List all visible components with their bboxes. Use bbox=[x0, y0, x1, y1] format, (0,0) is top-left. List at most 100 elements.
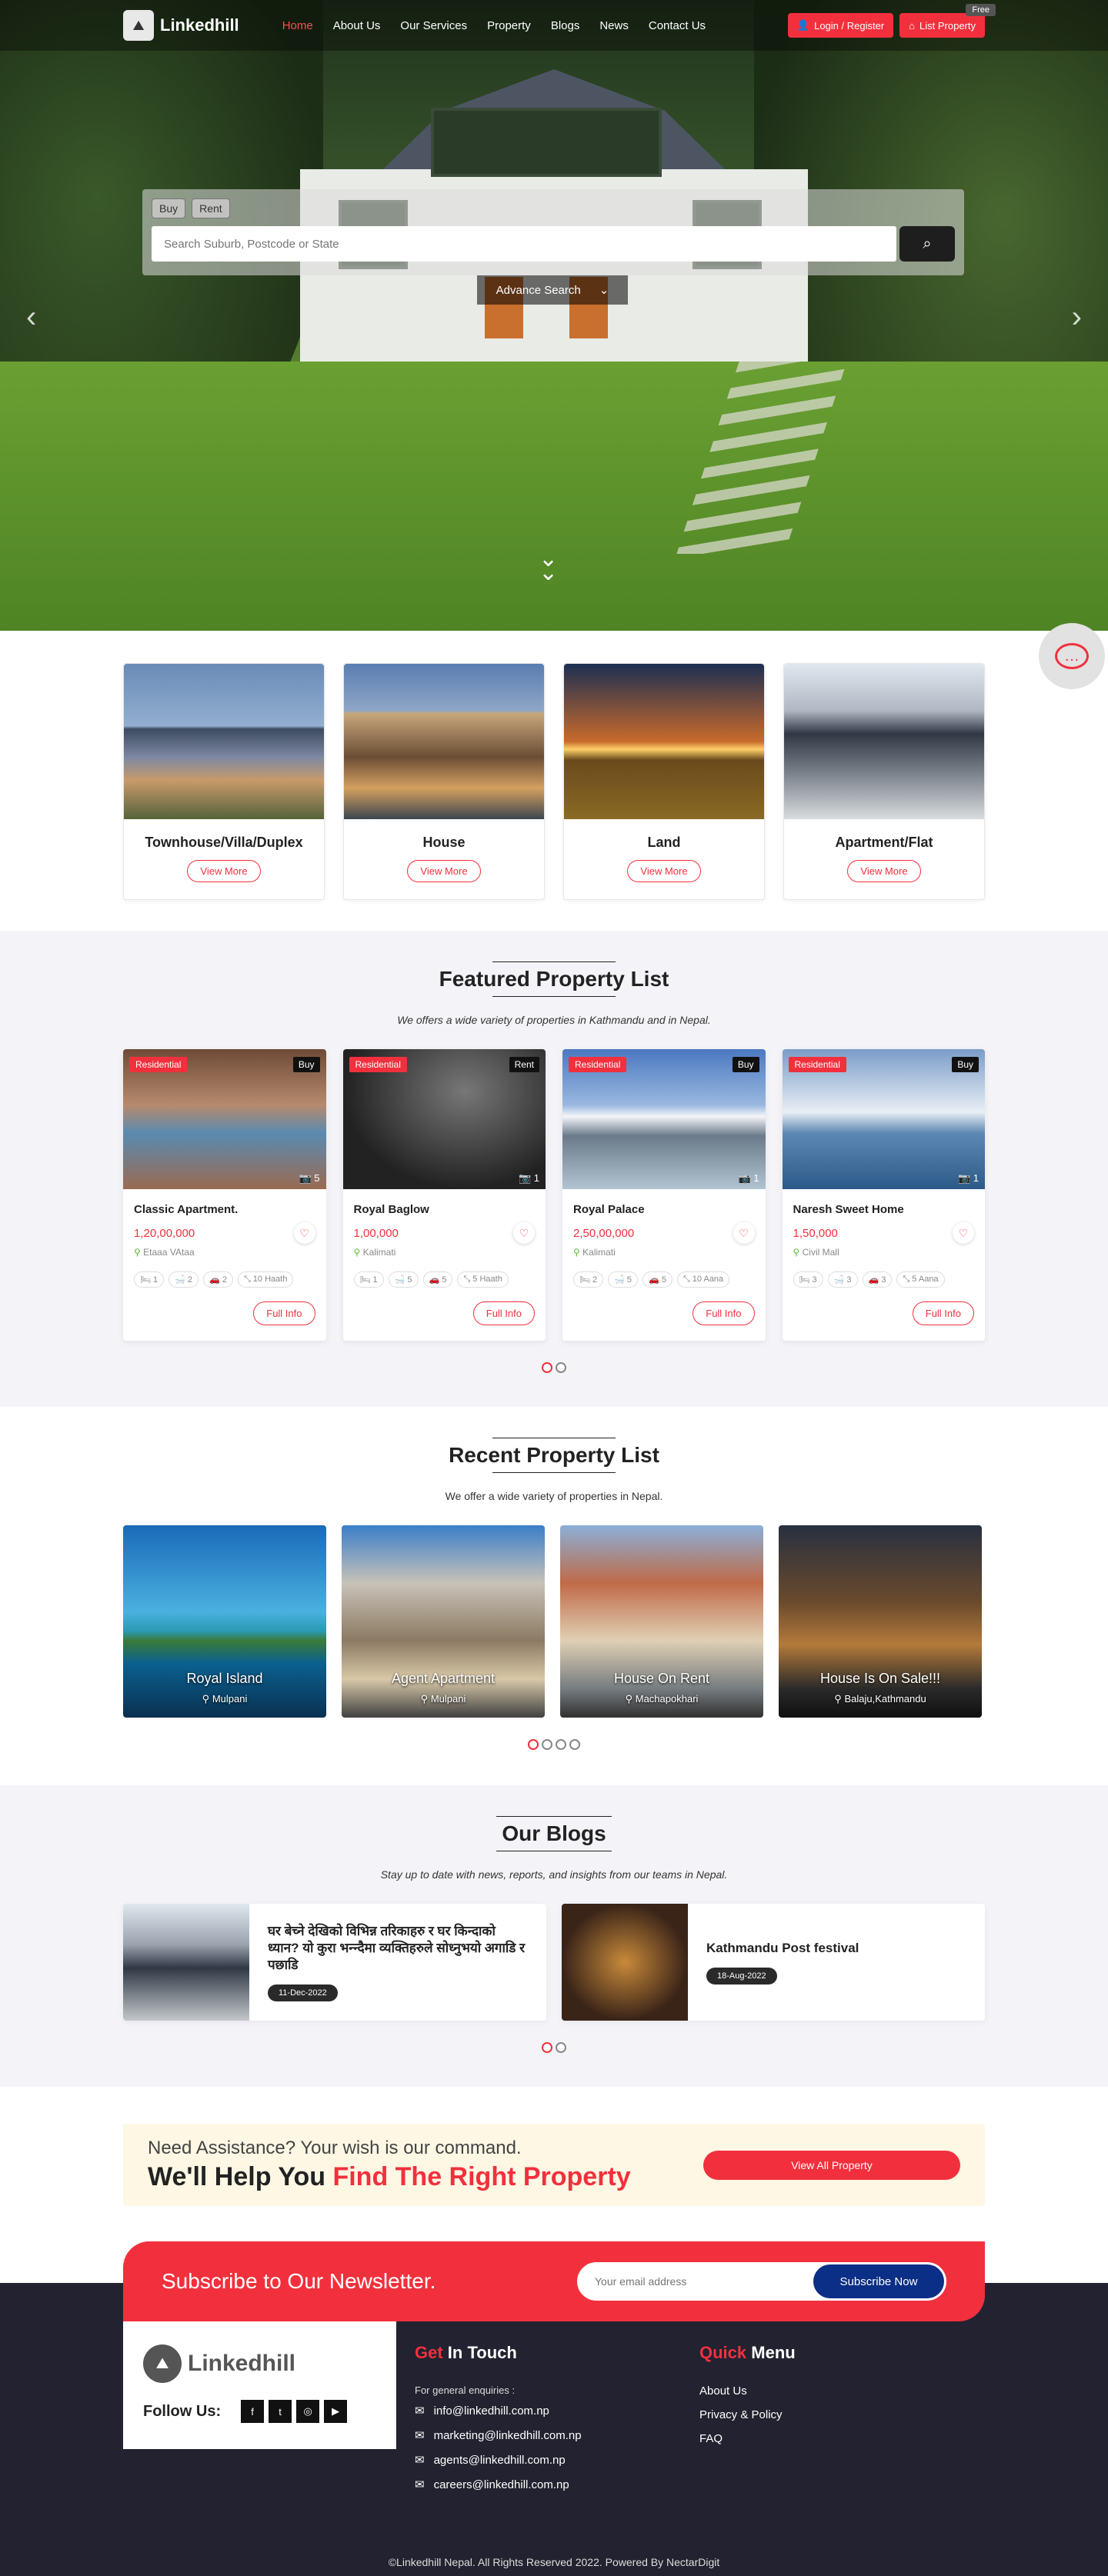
property-image: Residential Buy 📷 5 bbox=[123, 1049, 326, 1189]
recent-property-card[interactable]: House Is On Sale!!! ⚲ Balaju,Kathmandu bbox=[779, 1525, 982, 1718]
footer-privacy-link[interactable]: Privacy & Policy bbox=[699, 2408, 783, 2421]
chat-widget-button[interactable]: … bbox=[1039, 623, 1105, 689]
category-image bbox=[564, 664, 764, 819]
favorite-heart-icon[interactable]: ♡ bbox=[733, 1222, 755, 1244]
property-price: 2,50,00,000 bbox=[573, 1226, 635, 1240]
recent-property-card[interactable]: Royal Island ⚲ Mulpani bbox=[123, 1525, 326, 1718]
brand-logo[interactable]: ⛰ Linkedhill bbox=[123, 10, 239, 41]
email-link[interactable]: ✉ careers@linkedhill.com.np bbox=[415, 2478, 699, 2492]
recent-property-location: ⚲ Mulpani bbox=[202, 1693, 248, 1705]
subscribe-button[interactable]: Subscribe Now bbox=[813, 2264, 944, 2298]
category-card[interactable]: Townhouse/Villa/Duplex View More bbox=[123, 663, 325, 900]
favorite-heart-icon[interactable]: ♡ bbox=[294, 1222, 315, 1244]
recent-property-card[interactable]: Agent Apartment ⚲ Mulpani bbox=[342, 1525, 545, 1718]
nav-about[interactable]: About Us bbox=[333, 19, 381, 32]
category-title: Land bbox=[647, 835, 681, 850]
bathroom-count: 🛁 5 bbox=[388, 1271, 419, 1288]
slider-next-arrow-icon[interactable]: › bbox=[1072, 300, 1082, 335]
nav-news[interactable]: News bbox=[599, 19, 629, 32]
blogs-heading: Our Blogs bbox=[0, 1785, 1108, 1851]
property-name: Royal Baglow bbox=[353, 1203, 429, 1216]
carousel-dot[interactable] bbox=[542, 2042, 552, 2053]
area-size: ⤡ 5 Haath bbox=[457, 1271, 509, 1288]
carousel-dot[interactable] bbox=[556, 2042, 566, 2053]
recent-subtitle: We offer a wide variety of properties in… bbox=[445, 1490, 663, 1502]
search-input[interactable] bbox=[152, 226, 896, 262]
footer-faq-link[interactable]: FAQ bbox=[699, 2432, 723, 2445]
favorite-heart-icon[interactable]: ♡ bbox=[953, 1222, 974, 1244]
property-card[interactable]: Residential Buy 📷 1 Naresh Sweet Home 1,… bbox=[782, 1049, 985, 1341]
twitter-icon[interactable]: t bbox=[269, 2400, 292, 2423]
photo-count: 📷 1 bbox=[957, 1172, 979, 1184]
nav-blogs[interactable]: Blogs bbox=[551, 19, 580, 32]
photo-count: 📷 1 bbox=[518, 1172, 539, 1184]
listing-type-tag: Buy bbox=[292, 1057, 320, 1072]
login-register-button[interactable]: 👤 Login / Register bbox=[787, 13, 894, 38]
favorite-heart-icon[interactable]: ♡ bbox=[513, 1222, 535, 1244]
blog-title: घर बेच्ने देखिको विभिन्न तरिकाहरु र घर क… bbox=[268, 1923, 526, 1973]
category-card[interactable]: Apartment/Flat View More bbox=[783, 663, 985, 900]
slider-prev-arrow-icon[interactable]: ‹ bbox=[26, 300, 36, 335]
carousel-dot[interactable] bbox=[569, 1739, 580, 1750]
property-location: ⚲ Etaaa VAtaa bbox=[134, 1247, 195, 1258]
view-more-button[interactable]: View More bbox=[627, 860, 701, 882]
facebook-icon[interactable]: f bbox=[241, 2400, 265, 2423]
email-link[interactable]: ✉ marketing@linkedhill.com.np bbox=[415, 2428, 699, 2443]
bedroom-count: 🛏 3 bbox=[793, 1271, 823, 1288]
location-pin-icon: ⚲ bbox=[134, 1247, 141, 1258]
carousel-dot[interactable] bbox=[556, 1739, 566, 1750]
bathroom-count: 🛁 3 bbox=[827, 1271, 858, 1288]
blog-card[interactable]: Kathmandu Post festival 18-Aug-2022 bbox=[562, 1904, 985, 2021]
quick-menu-column: Quick Menu About Us Privacy & Policy FAQ bbox=[699, 2321, 796, 2502]
newsletter-email-input[interactable] bbox=[579, 2264, 813, 2298]
nav-home[interactable]: Home bbox=[282, 19, 313, 32]
hero-lawn bbox=[0, 362, 1108, 631]
full-info-button[interactable]: Full Info bbox=[472, 1301, 535, 1325]
mountain-logo-icon: ⛰ bbox=[143, 2344, 182, 2383]
property-card[interactable]: Residential Buy 📷 5 Classic Apartment. 1… bbox=[123, 1049, 326, 1341]
full-info-button[interactable]: Full Info bbox=[253, 1301, 315, 1325]
area-size: ⤡ 5 Aana bbox=[896, 1271, 945, 1288]
youtube-icon[interactable]: ▶ bbox=[324, 2400, 348, 2423]
recent-property-card[interactable]: House On Rent ⚲ Machapokhari bbox=[560, 1525, 763, 1718]
list-property-button[interactable]: ⌂ List Property bbox=[899, 13, 985, 38]
instagram-icon[interactable]: ◎ bbox=[296, 2400, 320, 2423]
nav-contact[interactable]: Contact Us bbox=[649, 19, 706, 32]
blogs-title: Our Blogs bbox=[502, 1821, 606, 1845]
listing-type-tag: Buy bbox=[732, 1057, 759, 1072]
search-button[interactable]: ⌕ bbox=[899, 226, 955, 262]
view-more-button[interactable]: View More bbox=[847, 860, 921, 882]
category-card[interactable]: Land View More bbox=[563, 663, 765, 900]
property-card[interactable]: Residential Rent 📷 1 Royal Baglow 1,00,0… bbox=[342, 1049, 546, 1341]
carousel-dot[interactable] bbox=[542, 1362, 552, 1373]
carousel-dot[interactable] bbox=[542, 1739, 552, 1750]
blog-image bbox=[562, 1904, 688, 2021]
nav-property[interactable]: Property bbox=[487, 19, 531, 32]
property-card[interactable]: Residential Buy 📷 1 Royal Palace 2,50,00… bbox=[562, 1049, 766, 1341]
recent-property-location: ⚲ Balaju,Kathmandu bbox=[834, 1693, 926, 1705]
view-more-button[interactable]: View More bbox=[187, 860, 261, 882]
property-location: ⚲ Civil Mall bbox=[793, 1247, 839, 1258]
camera-icon: 📷 bbox=[299, 1172, 312, 1184]
social-links: Follow Us: f t ◎ ▶ bbox=[143, 2400, 376, 2423]
recent-heading: Recent Property List bbox=[0, 1407, 1108, 1473]
footer-about-link[interactable]: About Us bbox=[699, 2384, 747, 2398]
carousel-dot[interactable] bbox=[528, 1739, 539, 1750]
tab-buy[interactable]: Buy bbox=[152, 198, 186, 218]
carousel-dot[interactable] bbox=[556, 1362, 566, 1373]
location-pin-icon: ⚲ bbox=[202, 1693, 210, 1705]
full-info-button[interactable]: Full Info bbox=[692, 1301, 755, 1325]
view-all-property-button[interactable]: View All Property bbox=[703, 2150, 960, 2180]
tab-rent[interactable]: Rent bbox=[192, 198, 230, 218]
recent-property-name: House Is On Sale!!! bbox=[819, 1671, 941, 1686]
email-link[interactable]: ✉ agents@linkedhill.com.np bbox=[415, 2453, 699, 2468]
scroll-down-chevrons-icon[interactable]: ⌄ ⌄ bbox=[539, 548, 558, 585]
category-image bbox=[784, 664, 984, 819]
advance-search-toggle[interactable]: Advance Search ⌄ bbox=[477, 275, 628, 305]
full-info-button[interactable]: Full Info bbox=[912, 1301, 974, 1325]
email-link[interactable]: ✉ info@linkedhill.com.np bbox=[415, 2404, 699, 2418]
view-more-button[interactable]: View More bbox=[407, 860, 481, 882]
blog-card[interactable]: घर बेच्ने देखिको विभिन्न तरिकाहरु र घर क… bbox=[123, 1904, 546, 2021]
nav-services[interactable]: Our Services bbox=[400, 19, 467, 32]
category-card[interactable]: House View More bbox=[343, 663, 545, 900]
